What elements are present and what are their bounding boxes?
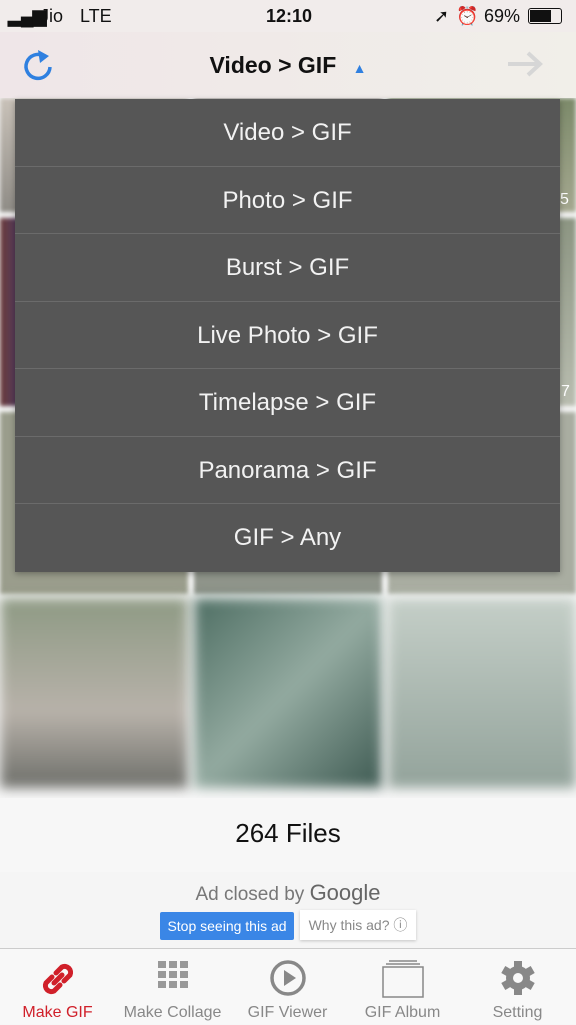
tab-setting[interactable]: Setting (460, 949, 575, 1025)
file-count: 264 Files (235, 818, 341, 848)
triangle-up-icon: ▲ (352, 60, 367, 76)
menu-item-video-gif[interactable]: Video > GIF (15, 99, 560, 167)
menu-item-panorama-gif[interactable]: Panorama > GIF (15, 437, 560, 504)
ad-closed-text: Ad closed by Google (0, 880, 576, 906)
google-logo: Google (309, 880, 381, 905)
ad-banner: Ad closed by Google Stop seeing this ad … (0, 872, 576, 948)
why-this-ad-button[interactable]: Why this ad? ⓘ (300, 910, 416, 940)
nav-title: Video > GIF (209, 52, 337, 78)
tab-label: Setting (492, 1004, 543, 1021)
tab-gif-viewer[interactable]: GIF Viewer (230, 949, 345, 1025)
menu-item-timelapse-gif[interactable]: Timelapse > GIF (15, 369, 560, 437)
thumbnail[interactable] (388, 598, 576, 788)
tab-make-gif[interactable]: Make GIF (0, 949, 115, 1025)
duration-label: 7 (561, 383, 570, 400)
menu-item-gif-any[interactable]: GIF > Any (15, 504, 560, 572)
battery-icon (528, 8, 562, 24)
status-bar: ▂▄▆ Jio LTE 12:10 ➚ ⏰ 69% (0, 0, 576, 32)
location-icon: ➚ (434, 6, 450, 26)
time: 12:10 (266, 6, 313, 26)
mode-dropdown-menu: Video > GIF Photo > GIF Burst > GIF Live… (15, 99, 560, 572)
thumbnail[interactable] (0, 598, 188, 788)
menu-item-photo-gif[interactable]: Photo > GIF (15, 167, 560, 234)
gear-icon (500, 961, 535, 995)
menu-item-live-photo-gif[interactable]: Live Photo > GIF (15, 302, 560, 369)
tab-make-collage[interactable]: Make Collage (115, 949, 230, 1025)
tab-gif-album[interactable]: GIF Album (345, 949, 460, 1025)
carrier: Jio (40, 6, 64, 26)
tab-label: Make GIF (22, 1004, 93, 1021)
play-icon (269, 960, 306, 996)
battery-percent: 69% (484, 6, 521, 26)
stop-seeing-ad-button[interactable]: Stop seeing this ad (160, 912, 294, 940)
thumbnail[interactable] (194, 598, 382, 788)
tab-label: GIF Album (364, 1004, 441, 1021)
nav-bar: Video > GIF ▲ (0, 32, 576, 98)
mode-selector[interactable]: Video > GIF ▲ (0, 52, 576, 79)
tab-bar: Make GIF Make Collage GIF Viewer GIF Alb… (0, 948, 576, 1024)
alarm-icon: ⏰ (456, 6, 479, 26)
link-icon (42, 963, 73, 995)
arrow-right-icon[interactable] (506, 50, 544, 78)
tab-label: Make Collage (123, 1004, 222, 1021)
menu-item-burst-gif[interactable]: Burst > GIF (15, 234, 560, 302)
ad-closed-label: Ad closed by (195, 884, 305, 905)
tab-label: GIF Viewer (247, 1004, 328, 1021)
duration-label: 5 (560, 191, 569, 208)
network: LTE (80, 6, 112, 26)
grid-icon (157, 961, 188, 988)
album-icon (381, 960, 424, 998)
